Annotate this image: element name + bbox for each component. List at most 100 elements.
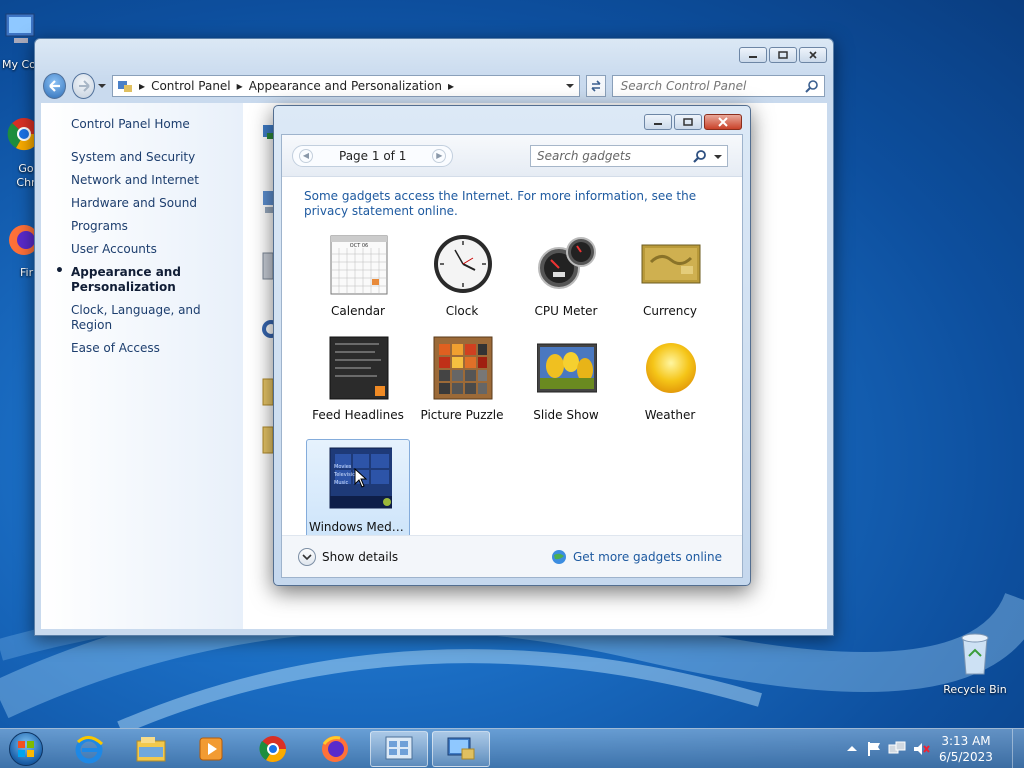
clock-date: 6/5/2023: [939, 750, 993, 764]
recent-pages-dropdown[interactable]: [97, 81, 107, 91]
gadget-calendar[interactable]: OCT 06 Calendar: [306, 231, 410, 333]
gadget-feed-headlines[interactable]: Feed Headlines: [306, 335, 410, 437]
get-more-gadgets-link[interactable]: Get more gadgets online: [551, 549, 722, 565]
taskbar-clock[interactable]: 3:13 AM 6/5/2023: [936, 733, 996, 765]
gadget-clock[interactable]: Clock: [410, 231, 514, 333]
taskbar-chrome[interactable]: [244, 731, 302, 767]
gadgets-content: Some gadgets access the Internet. For mo…: [296, 189, 728, 541]
gadget-slide-show[interactable]: Slide Show: [514, 335, 618, 437]
show-hidden-icons-icon[interactable]: [846, 744, 858, 754]
gadgets-dialog: ◀ Page 1 of 1 ▶ Search gadgets Some gadg…: [273, 105, 751, 586]
taskbar: 3:13 AM 6/5/2023: [0, 728, 1024, 768]
internet-explorer-icon: [75, 736, 104, 764]
chevron-down-icon: [298, 547, 316, 566]
calendar-icon: OCT 06: [330, 235, 388, 295]
clock-time: 3:13 AM: [941, 734, 991, 748]
dialog-close-button[interactable]: [704, 114, 742, 130]
gadget-label: CPU Meter: [534, 304, 598, 318]
search-icon[interactable]: [805, 79, 819, 93]
desktop-icon-recycle-bin[interactable]: Recycle Bin: [940, 630, 1010, 696]
gadget-picture-puzzle[interactable]: Picture Puzzle: [410, 335, 514, 437]
control-panel-sidebar: Control Panel Home System and Security N…: [41, 103, 243, 629]
taskbar-internet-explorer[interactable]: [60, 731, 118, 767]
internet-privacy-note[interactable]: Some gadgets access the Internet. For mo…: [304, 189, 724, 219]
dialog-window-controls: [644, 114, 742, 130]
sidebar-item-network-internet[interactable]: Network and Internet: [71, 173, 243, 188]
action-center-flag-icon[interactable]: [866, 741, 882, 757]
sidebar-item-hardware-sound[interactable]: Hardware and Sound: [71, 196, 243, 211]
gadget-label: Currency: [642, 304, 698, 318]
start-button[interactable]: [6, 731, 46, 767]
gadget-weather[interactable]: Weather: [618, 335, 722, 437]
page-indicator: Page 1 of 1: [339, 148, 407, 163]
taskbar-media-player[interactable]: [182, 731, 240, 767]
sidebar-item-control-panel-home[interactable]: Control Panel Home: [71, 117, 243, 132]
gadget-label: Clock: [445, 304, 479, 318]
previous-page-button[interactable]: ◀: [299, 148, 313, 163]
sidebar-item-appearance-personalization[interactable]: Appearance and Personalization: [55, 264, 181, 295]
control-panel-small-icon: [118, 81, 133, 92]
weather-icon: [646, 343, 696, 393]
show-details-toggle[interactable]: Show details: [298, 547, 398, 566]
maximize-icon: [778, 51, 788, 59]
breadcrumb-appearance[interactable]: Appearance and Personalization: [249, 79, 442, 93]
sidebar-item-programs[interactable]: Programs: [71, 219, 243, 234]
gadget-label: Calendar: [331, 304, 385, 318]
address-dropdown-icon[interactable]: [565, 82, 575, 90]
sidebar-item-clock-language-region[interactable]: Clock, Language, and Region: [71, 303, 243, 333]
clock-icon: [434, 235, 492, 293]
maximize-button[interactable]: [769, 47, 797, 63]
gadget-label: Picture Puzzle: [420, 408, 504, 422]
network-icon[interactable]: [888, 741, 906, 757]
taskbar-control-panel[interactable]: [432, 731, 490, 767]
globe-icon: [551, 549, 566, 564]
sidebar-item-user-accounts[interactable]: User Accounts: [71, 242, 243, 257]
gadgets-panel: ◀ Page 1 of 1 ▶ Search gadgets Some gadg…: [281, 134, 743, 578]
dialog-maximize-button[interactable]: [674, 114, 702, 130]
taskbar-firefox[interactable]: [306, 731, 364, 767]
refresh-icon: [591, 80, 601, 92]
picture-puzzle-icon: [433, 336, 493, 400]
taskbar-file-explorer[interactable]: [122, 731, 180, 767]
window-controls: [739, 47, 827, 63]
gadgets-window-icon: [385, 736, 413, 760]
gadget-currency[interactable]: Currency: [618, 231, 722, 333]
minimize-icon: [749, 56, 757, 58]
search-control-panel-input[interactable]: Search Control Panel: [611, 75, 825, 97]
minimize-button[interactable]: [739, 47, 767, 63]
gadget-windows-media-center[interactable]: Movies Television Music Windows Media...: [306, 439, 410, 541]
search-gadgets-input[interactable]: Search gadgets: [530, 145, 728, 167]
desktop-icon-label: My Co: [2, 58, 36, 71]
close-icon: [809, 51, 817, 59]
show-desktop-button[interactable]: [1012, 729, 1024, 768]
arrow-right-icon: [78, 80, 90, 92]
minimize-icon: [654, 123, 662, 125]
gadget-label: Weather: [644, 408, 696, 422]
windows-logo-icon: [9, 732, 43, 766]
forward-button[interactable]: [72, 73, 96, 99]
back-button[interactable]: [43, 73, 67, 99]
close-icon: [718, 117, 728, 127]
sidebar-item-system-security[interactable]: System and Security: [71, 150, 243, 165]
page-navigator: ◀ Page 1 of 1 ▶: [292, 144, 454, 167]
arrow-left-icon: [48, 80, 60, 92]
gadget-label: Slide Show: [533, 408, 599, 422]
taskbar-gadgets-window[interactable]: [370, 731, 428, 767]
gadgets-footer: Show details Get more gadgets online: [282, 535, 742, 577]
sidebar-item-ease-of-access[interactable]: Ease of Access: [71, 341, 243, 356]
address-bar[interactable]: ▸ Control Panel ▸ Appearance and Persona…: [112, 75, 581, 97]
breadcrumb-control-panel[interactable]: Control Panel: [151, 79, 231, 93]
search-options-dropdown-icon[interactable]: [713, 154, 723, 162]
dialog-minimize-button[interactable]: [644, 114, 672, 130]
media-player-icon: [199, 737, 223, 761]
desktop-icon-label: Fir: [20, 266, 34, 279]
gadget-cpu-meter[interactable]: CPU Meter: [514, 231, 618, 333]
close-button[interactable]: [799, 47, 827, 63]
search-icon[interactable]: [693, 149, 707, 163]
breadcrumb-separator: ▸: [447, 79, 454, 93]
refresh-button[interactable]: [586, 75, 606, 97]
volume-muted-icon[interactable]: [912, 741, 930, 757]
maximize-icon: [683, 118, 693, 126]
next-page-button[interactable]: ▶: [432, 148, 447, 163]
mouse-cursor-icon: [354, 468, 368, 488]
